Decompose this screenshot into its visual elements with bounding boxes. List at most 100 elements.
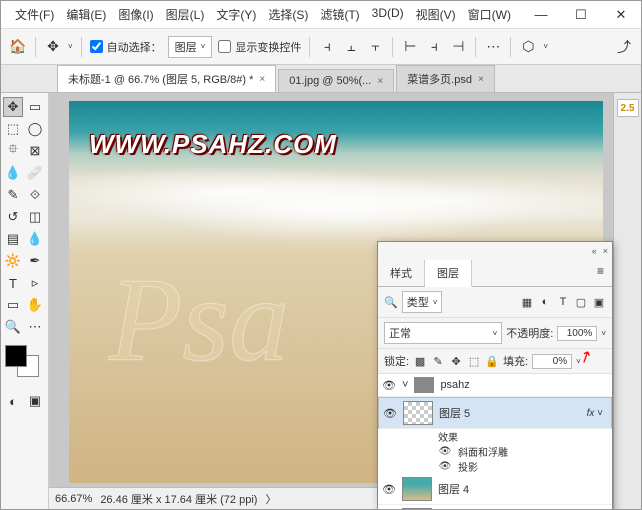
layers-panel: « × 样式 图层 ≡ 🔍 类型˅ ▦ ◐ T ▢ ▣ 正常˅ 不透明度: [377, 241, 613, 509]
lock-label: 锁定: [384, 353, 409, 369]
screenmode-tool[interactable]: ▣ [25, 391, 45, 411]
lock-artboard-icon[interactable]: ⬚ [467, 354, 481, 368]
type-tool[interactable]: T [3, 273, 23, 293]
gradient-tool[interactable]: ▤ [3, 229, 23, 249]
close-icon[interactable]: × [377, 76, 383, 87]
filter-pixel-icon[interactable]: ▦ [520, 295, 534, 309]
menu-view[interactable]: 视图(V) [410, 2, 462, 27]
color-swatches[interactable] [3, 345, 43, 381]
eraser-tool[interactable]: ◫ [25, 207, 45, 227]
auto-select-dropdown[interactable]: 图层˅ [168, 36, 213, 58]
auto-select-checkbox[interactable] [90, 40, 103, 53]
show-transform-checkbox[interactable] [218, 40, 231, 53]
dodge-tool[interactable]: 🔆 [3, 251, 23, 271]
lasso-tool[interactable]: ◯ [25, 119, 45, 139]
visibility-icon[interactable]: 👁 [382, 483, 396, 496]
edit-toolbar[interactable]: ⋯ [25, 317, 45, 337]
tab-1[interactable]: 01.jpg @ 50%(...× [278, 69, 394, 92]
options-bar: 🏠 ✥ ˅ 自动选择： 图层˅ 显示变换控件 ⫞ ⫠ ⫟ ⊢ ⫞ ⊣ ⋯ ⬡ ˅… [1, 29, 641, 65]
filter-shape-icon[interactable]: ▢ [574, 295, 588, 309]
pen-tool[interactable]: ✒ [25, 251, 45, 271]
align-bottom-icon[interactable]: ⫟ [366, 38, 384, 56]
close-icon[interactable]: × [259, 74, 265, 85]
menu-select[interactable]: 选择(S) [262, 2, 314, 27]
quickmask-tool[interactable]: ◐ [3, 391, 23, 411]
align-vcenter-icon[interactable]: ⫠ [342, 38, 360, 56]
align-hcenter-icon[interactable]: ⫞ [425, 38, 443, 56]
lock-position-icon[interactable]: ✥ [449, 354, 463, 368]
3d-mode-icon[interactable]: ⬡ [519, 38, 537, 56]
blur-tool[interactable]: 💧 [25, 229, 45, 249]
share-icon[interactable]: ⤴ [615, 38, 633, 56]
distribute-icon[interactable]: ⋯ [484, 38, 502, 56]
show-transform-label: 显示变换控件 [235, 39, 301, 55]
brush-tool[interactable]: ✎ [3, 185, 23, 205]
close-icon[interactable]: × [478, 74, 484, 85]
move-tool[interactable]: ✥ [3, 97, 23, 117]
layer-row[interactable]: 👁 图层 5 fx ˅ [378, 397, 612, 429]
layer-group[interactable]: 👁 ˅ psahz [378, 374, 612, 397]
menu-filter[interactable]: 滤镜(T) [314, 2, 365, 27]
tab-styles[interactable]: 样式 [378, 260, 425, 286]
eyedropper-tool[interactable]: 💧 [3, 163, 23, 183]
effect-bevel[interactable]: 👁斜面和浮雕 [378, 444, 612, 459]
shape-tool[interactable]: ▭ [3, 295, 23, 315]
lock-pixels-icon[interactable]: ✎ [431, 354, 445, 368]
visibility-icon[interactable]: 👁 [383, 407, 397, 420]
filter-type-icon[interactable]: T [556, 295, 570, 309]
menu-image[interactable]: 图像(I) [112, 2, 159, 27]
filter-smart-icon[interactable]: ▣ [592, 295, 606, 309]
zoom-tool[interactable]: 🔍 [3, 317, 23, 337]
align-left-icon[interactable]: ⊢ [401, 38, 419, 56]
align-right-icon[interactable]: ⊣ [449, 38, 467, 56]
layer-row[interactable]: 👁 图层 4 [378, 474, 612, 505]
filter-adjust-icon[interactable]: ◐ [538, 295, 552, 309]
dock-value[interactable]: 2.5 [617, 99, 639, 117]
effects-label[interactable]: 效果 [378, 429, 612, 444]
menu-type[interactable]: 文字(Y) [210, 2, 262, 27]
lock-transparent-icon[interactable]: ▩ [413, 354, 427, 368]
align-top-icon[interactable]: ⫞ [318, 38, 336, 56]
layer-thumb[interactable] [402, 477, 432, 501]
zoom-level[interactable]: 66.67% [55, 493, 92, 505]
blend-mode-dropdown[interactable]: 正常˅ [384, 322, 502, 344]
history-brush-tool[interactable]: ↺ [3, 207, 23, 227]
auto-select-label: 自动选择： [107, 39, 162, 55]
layer-thumb[interactable] [402, 508, 432, 509]
tab-active[interactable]: 未标题-1 @ 66.7% (图层 5, RGB/8#) *× [57, 65, 276, 92]
minimize-button[interactable]: — [521, 2, 561, 28]
artboard-tool[interactable]: ▭ [25, 97, 45, 117]
menu-file[interactable]: 文件(F) [9, 2, 60, 27]
close-button[interactable]: ✕ [601, 2, 641, 28]
panel-menu-icon[interactable]: ≡ [589, 260, 612, 286]
frame-tool[interactable]: ⊠ [25, 141, 45, 161]
opacity-input[interactable]: 100% [557, 326, 597, 341]
marquee-tool[interactable]: ⬚ [3, 119, 23, 139]
menu-layer[interactable]: 图层(L) [160, 2, 211, 27]
path-tool[interactable]: ▹ [25, 273, 45, 293]
effect-shadow[interactable]: 👁投影 [378, 459, 612, 474]
tab-layers[interactable]: 图层 [425, 260, 472, 287]
visibility-icon[interactable]: 👁 [382, 379, 396, 392]
move-tool-icon[interactable]: ✥ [44, 38, 62, 56]
healing-tool[interactable]: 🩹 [25, 163, 45, 183]
layer-thumb[interactable] [403, 401, 433, 425]
home-icon[interactable]: 🏠 [9, 38, 27, 56]
filter-kind-dropdown[interactable]: 类型˅ [402, 291, 443, 313]
maximize-button[interactable]: ☐ [561, 2, 601, 28]
fill-input[interactable]: 0% [532, 354, 572, 369]
stamp-tool[interactable]: ⟐ [25, 185, 45, 205]
layer-row[interactable]: 👁 图层 1 [378, 505, 612, 509]
panel-close-icon[interactable]: × [603, 246, 608, 256]
collapse-icon[interactable]: « [592, 246, 597, 256]
tab-2[interactable]: 菜谱多页.psd× [396, 65, 495, 92]
fg-color[interactable] [5, 345, 27, 367]
menu-window[interactable]: 窗口(W) [462, 2, 517, 27]
menu-3d[interactable]: 3D(D) [366, 2, 410, 27]
document-tabs: 未标题-1 @ 66.7% (图层 5, RGB/8#) *× 01.jpg @… [1, 65, 641, 93]
fx-badge[interactable]: fx ˅ [587, 408, 607, 419]
lock-all-icon[interactable]: 🔒 [485, 354, 499, 368]
menu-edit[interactable]: 编辑(E) [60, 2, 112, 27]
crop-tool[interactable]: ⯐ [3, 141, 23, 161]
hand-tool[interactable]: ✋ [25, 295, 45, 315]
